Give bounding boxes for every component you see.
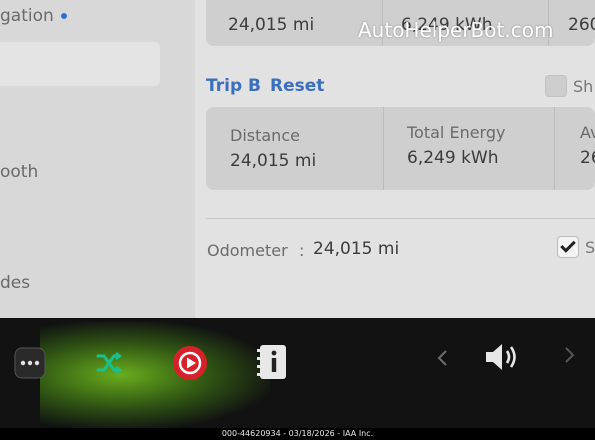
trip-b-distance-label: Distance	[230, 126, 300, 145]
trip-b-card: Distance 24,015 mi Total Energy 6,249 kW…	[206, 107, 595, 190]
sidebar-item-bluetooth[interactable]: ooth	[0, 162, 38, 182]
trip-b-average-value: 26	[580, 148, 595, 168]
odometer-separator: :	[299, 241, 305, 260]
volume-speaker-icon[interactable]	[483, 340, 523, 374]
odometer-value: 24,015 mi	[313, 239, 400, 259]
divider	[383, 107, 384, 190]
separator-line	[206, 218, 595, 219]
screen-glare	[40, 322, 270, 428]
trip-a-average: 260	[568, 9, 595, 35]
chevron-left-icon[interactable]	[436, 349, 450, 367]
media-player-icon[interactable]	[172, 345, 208, 381]
trip-b-checkbox-label: Sh	[573, 77, 594, 96]
shuffle-icon[interactable]	[95, 350, 123, 376]
trip-b-energy-value: 6,249 kWh	[407, 148, 499, 168]
trip-b-show-checkbox[interactable]	[545, 75, 567, 97]
sidebar-item-upgrades[interactable]: des	[0, 273, 30, 293]
more-apps-icon[interactable]	[14, 347, 46, 379]
divider	[554, 107, 555, 190]
sidebar-item-label: des	[0, 273, 31, 293]
trip-b-title: Trip B	[206, 76, 261, 96]
trip-b-energy: Total Energy 6,249 kWh	[407, 123, 505, 168]
odometer-label: Odometer	[207, 241, 288, 260]
trips-panel: 24,015 mi 6,249 kWh 260 Trip B Reset Sh …	[195, 0, 595, 318]
trip-b-reset-button[interactable]: Reset	[270, 76, 324, 96]
trip-b-distance: Distance 24,015 mi	[230, 126, 316, 171]
chevron-right-icon[interactable]	[562, 346, 576, 364]
notification-dot-icon	[60, 13, 67, 19]
watermark: AutoHelperBot.com	[358, 18, 554, 42]
trip-b-energy-label: Total Energy	[407, 123, 506, 142]
trip-a-average-value: 260	[568, 15, 595, 35]
trip-b-distance-value: 24,015 mi	[230, 151, 317, 171]
manual-info-icon[interactable]	[254, 342, 290, 382]
footer-caption: 000-44620934 - 03/18/2026 - IAA Inc.	[221, 429, 374, 438]
settings-sidebar: gation ooth des	[0, 0, 195, 318]
sidebar-item-label: ooth	[0, 162, 39, 182]
sidebar-item-selected[interactable]	[0, 42, 160, 86]
trip-b-average: Av 26	[580, 123, 595, 168]
trip-a-distance: 24,015 mi	[228, 9, 314, 35]
odometer-checkbox[interactable]	[557, 236, 579, 258]
odometer-checkbox-label: S	[585, 238, 595, 257]
trip-b-average-label: Av	[580, 123, 595, 142]
trip-a-distance-value: 24,015 mi	[228, 15, 315, 35]
sidebar-item-label: gation	[0, 6, 54, 26]
sidebar-item-navigation[interactable]: gation	[0, 6, 67, 26]
